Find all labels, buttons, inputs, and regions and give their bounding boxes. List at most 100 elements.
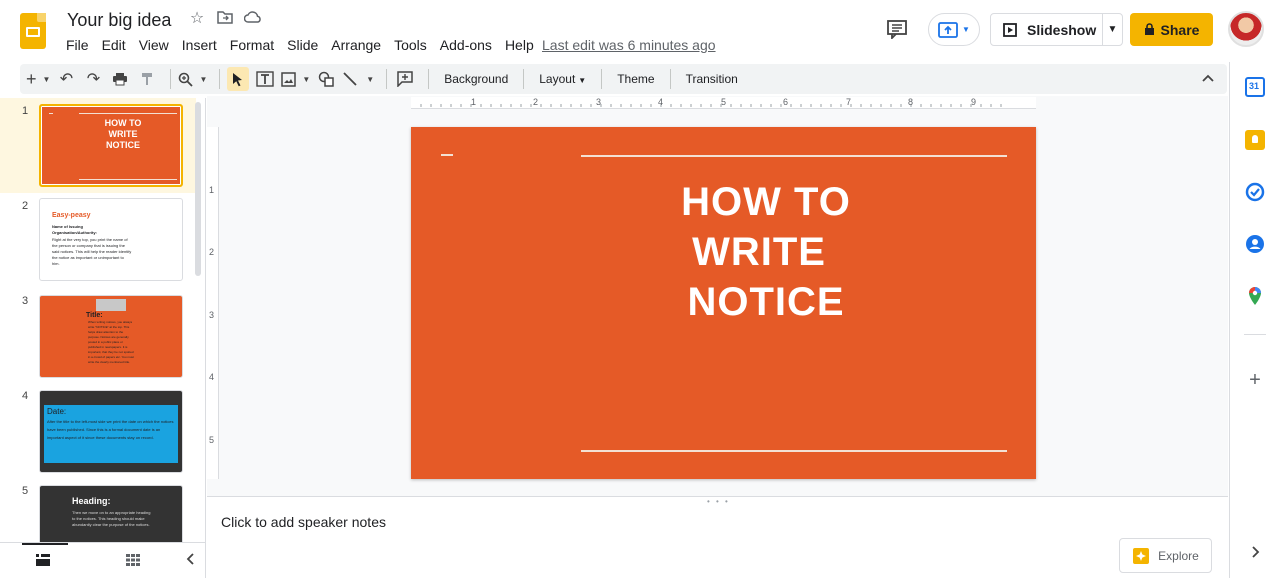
thumb-body: Right at the very top, you print the nam…: [52, 237, 132, 266]
chevron-right-icon[interactable]: [1245, 542, 1265, 562]
slide-top-line: [581, 155, 1007, 157]
thumb-body: After the title to the left-most side we…: [47, 419, 174, 440]
present-to-meeting-button[interactable]: ▼: [928, 13, 980, 46]
ruler-label: 1: [471, 97, 477, 107]
move-folder-icon[interactable]: [216, 10, 234, 28]
share-button[interactable]: Share: [1130, 13, 1213, 46]
slide-thumbnail[interactable]: Heading: Then we move on to an appropria…: [39, 485, 183, 542]
keep-icon[interactable]: [1245, 130, 1265, 150]
ruler-label: 5: [209, 435, 215, 445]
thumb-heading: Date:: [47, 407, 67, 416]
insert-image-button[interactable]: ▼: [281, 67, 310, 91]
menu-arrange[interactable]: Arrange: [331, 37, 381, 53]
get-add-ons-icon[interactable]: +: [1245, 370, 1265, 390]
slide-thumbnail[interactable]: Title: When writing notices, you always …: [39, 295, 183, 378]
slide-dash-decoration: [441, 154, 453, 156]
menu-bar: File Edit View Insert Format Slide Arran…: [66, 37, 547, 53]
slide-thumbnail[interactable]: Easy-peasy Name of Issuing Organisation/…: [39, 198, 183, 281]
ruler-label: 2: [533, 97, 539, 107]
thumb-heading: Easy-peasy: [52, 212, 91, 219]
toolbar-divider: [428, 69, 430, 89]
contacts-icon[interactable]: [1245, 234, 1265, 254]
slide-thumbnail[interactable]: Date: After the title to the left-most s…: [39, 390, 183, 473]
cloud-status-icon[interactable]: [243, 10, 262, 28]
toolbar-divider: [601, 69, 603, 89]
menu-tools[interactable]: Tools: [394, 37, 427, 53]
slideshow-button[interactable]: Slideshow: [991, 14, 1103, 45]
chevron-up-icon: [1202, 74, 1214, 82]
horizontal-ruler[interactable]: 1 2 3 4 5 6 7 8 9: [411, 97, 1036, 109]
new-slide-button[interactable]: + ▼: [26, 67, 50, 91]
line-button[interactable]: ▼: [342, 67, 374, 91]
paint-format-button[interactable]: [136, 67, 158, 91]
vertical-ruler[interactable]: 1 2 3 4 5: [207, 127, 219, 479]
ruler-label: 1: [209, 185, 215, 195]
background-button[interactable]: Background: [444, 72, 508, 86]
ruler-label: 7: [846, 97, 852, 107]
explore-button[interactable]: Explore: [1119, 538, 1212, 573]
ruler-label: 3: [596, 97, 602, 107]
toolbar: + ▼ ↶ ↷ ▼ ▼ ▼ Background Layout ▼ Theme …: [20, 64, 1227, 94]
zoom-button[interactable]: ▼: [178, 67, 207, 91]
theme-button[interactable]: Theme: [617, 72, 654, 86]
slides-logo-icon[interactable]: [20, 13, 46, 49]
calendar-icon[interactable]: 31: [1245, 77, 1265, 97]
account-avatar[interactable]: [1228, 11, 1264, 47]
cursor-icon: [233, 72, 243, 86]
ruler-label: 2: [209, 247, 215, 257]
menu-add-ons[interactable]: Add-ons: [440, 37, 492, 53]
slideshow-options-dropdown[interactable]: ▼: [1103, 24, 1122, 35]
slide-thumbnail[interactable]: HOW TO WRITE NOTICE: [39, 104, 183, 187]
collapse-menus-button[interactable]: [1202, 71, 1214, 85]
select-tool-button[interactable]: [227, 67, 250, 91]
text-box-icon: [256, 71, 275, 87]
thumb-line: [79, 113, 177, 114]
thumb-body: Then we move on to an appropriate headin…: [72, 510, 151, 527]
menu-view[interactable]: View: [139, 37, 169, 53]
filmstrip-slide-1[interactable]: 1 HOW TO WRITE NOTICE: [0, 98, 196, 193]
print-button[interactable]: [109, 67, 131, 91]
document-title[interactable]: Your big idea: [67, 10, 171, 31]
menu-insert[interactable]: Insert: [182, 37, 217, 53]
chevron-down-icon: ▼: [578, 76, 587, 85]
filmstrip-slide-4[interactable]: 4 Date: After the title to the left-most…: [0, 386, 196, 480]
last-edit-link[interactable]: Last edit was 6 minutes ago: [542, 37, 716, 53]
current-slide[interactable]: HOW TO WRITE NOTICE: [411, 127, 1036, 479]
shape-button[interactable]: [315, 67, 337, 91]
filmstrip-scrollbar[interactable]: [195, 102, 201, 276]
add-comment-icon: [397, 71, 413, 87]
speaker-notes-panel[interactable]: • • • Click to add speaker notes Explore: [207, 496, 1228, 578]
chevron-down-icon: ▼: [199, 74, 208, 84]
menu-slide[interactable]: Slide: [287, 37, 318, 53]
chevron-down-icon: ▼: [366, 74, 375, 84]
ruler-label: 6: [783, 97, 789, 107]
filmstrip-slide-5[interactable]: 5 Heading: Then we move on to an appropr…: [0, 481, 196, 542]
notes-resize-handle[interactable]: • • •: [707, 497, 730, 506]
filmstrip-slide-2[interactable]: 2 Easy-peasy Name of Issuing Organisatio…: [0, 196, 196, 290]
speaker-notes-placeholder[interactable]: Click to add speaker notes: [221, 514, 386, 530]
redo-button[interactable]: ↷: [82, 67, 104, 91]
menu-file[interactable]: File: [66, 37, 89, 53]
thumb-image: [96, 299, 126, 311]
add-comment-button[interactable]: [394, 67, 416, 91]
filmstrip-active-indicator: [22, 543, 68, 545]
tasks-icon[interactable]: [1245, 182, 1265, 202]
transition-button[interactable]: Transition: [686, 72, 738, 86]
filmstrip-slide-3[interactable]: 3 Title: When writing notices, you alway…: [0, 291, 196, 385]
toolbar-divider: [669, 69, 671, 89]
ruler-label: 5: [721, 97, 727, 107]
maps-icon[interactable]: [1245, 286, 1265, 306]
filmstrip-view-icon[interactable]: [36, 553, 50, 569]
comment-history-icon[interactable]: [886, 19, 908, 41]
grid-view-icon[interactable]: [126, 553, 140, 569]
slide-title[interactable]: HOW TO WRITE NOTICE: [641, 177, 891, 327]
text-box-button[interactable]: [254, 67, 276, 91]
undo-button[interactable]: ↶: [55, 67, 77, 91]
slide-bottom-line: [581, 450, 1007, 452]
chevron-left-icon[interactable]: [186, 552, 194, 568]
menu-format[interactable]: Format: [230, 37, 274, 53]
menu-edit[interactable]: Edit: [102, 37, 126, 53]
star-icon[interactable]: ☆: [188, 10, 206, 28]
menu-help[interactable]: Help: [505, 37, 534, 53]
layout-button[interactable]: Layout ▼: [539, 72, 586, 86]
